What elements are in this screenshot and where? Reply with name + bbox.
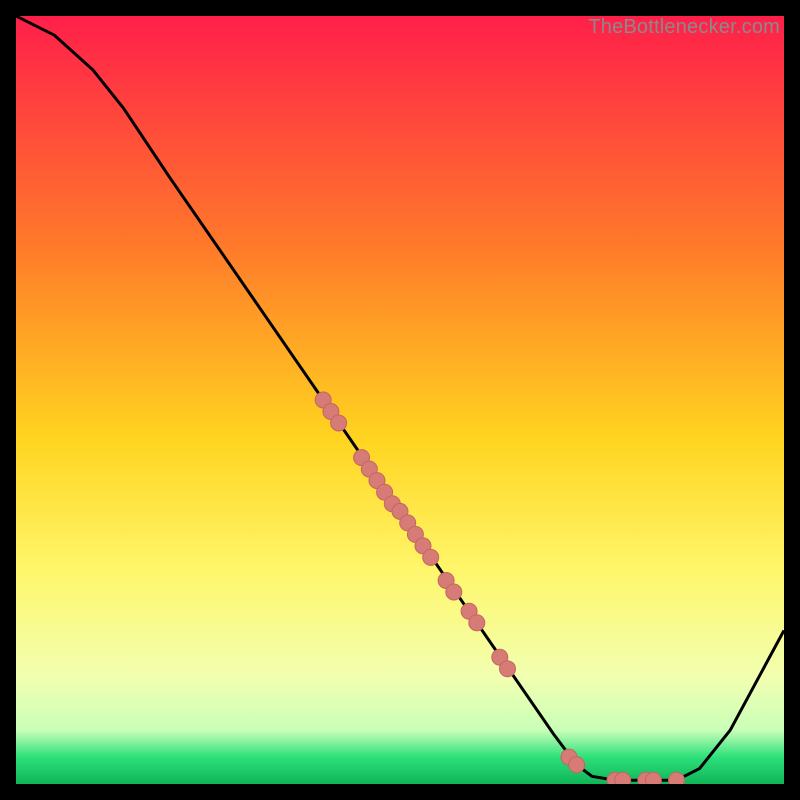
chart-svg bbox=[16, 16, 784, 784]
data-marker bbox=[331, 415, 347, 431]
data-marker bbox=[423, 549, 439, 565]
data-marker bbox=[645, 772, 661, 784]
data-marker bbox=[569, 757, 585, 773]
data-marker bbox=[615, 772, 631, 784]
watermark-label: TheBottlenecker.com bbox=[588, 16, 780, 39]
data-marker bbox=[469, 615, 485, 631]
data-marker bbox=[669, 772, 685, 784]
data-marker bbox=[500, 661, 516, 677]
chart-frame: TheBottlenecker.com bbox=[16, 16, 784, 784]
data-marker bbox=[446, 584, 462, 600]
gradient-background bbox=[16, 16, 784, 784]
